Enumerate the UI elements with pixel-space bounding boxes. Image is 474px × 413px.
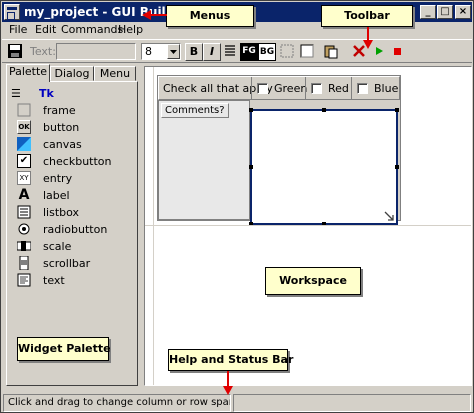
tab-palette[interactable]: Palette xyxy=(6,64,50,82)
bold-button[interactable]: B xyxy=(185,43,203,61)
font-size-select[interactable]: 8 xyxy=(141,43,181,60)
menu-file[interactable]: File xyxy=(9,23,27,36)
resize-handle[interactable] xyxy=(395,165,399,169)
callout-widget-palette: Widget Palette xyxy=(17,337,111,361)
checkbox-icon xyxy=(311,83,322,94)
resize-handle[interactable] xyxy=(249,165,253,169)
checkbox-label: Green xyxy=(274,82,308,95)
checkbox-blue[interactable]: Blue xyxy=(357,82,398,95)
palette-group-label: Tk xyxy=(39,87,54,100)
arrow-status xyxy=(227,371,229,387)
checkbox-green[interactable]: Green xyxy=(257,82,307,95)
background-color-button[interactable]: BG xyxy=(258,43,276,61)
palette-item-label: frame xyxy=(43,104,76,117)
checkbox-label: Blue xyxy=(374,82,399,95)
canvas-icon xyxy=(17,137,31,151)
form-grid[interactable]: Check all that apply Green Red Blue Comm… xyxy=(157,75,401,226)
menu-commands[interactable]: Commands xyxy=(61,23,123,36)
dropdown-arrow-icon[interactable] xyxy=(167,44,180,59)
tab-menu[interactable]: Menu xyxy=(94,66,136,81)
divider xyxy=(251,77,252,99)
text-label: Text: xyxy=(30,45,56,58)
arrow-toolbar xyxy=(367,27,369,41)
justify-icon[interactable] xyxy=(221,43,239,61)
palette-item-label: scale xyxy=(43,240,72,253)
resize-grip-icon[interactable] xyxy=(383,210,395,222)
arrow-toolbar-head xyxy=(363,40,373,49)
frame-icon xyxy=(17,103,31,117)
text-icon xyxy=(17,273,31,287)
resize-handle[interactable] xyxy=(249,108,253,112)
close-button[interactable]: × xyxy=(455,5,471,19)
resize-handle[interactable] xyxy=(322,108,326,112)
workspace-canvas[interactable]: Check all that apply Green Red Blue Comm… xyxy=(144,66,472,386)
collapse-icon[interactable]: ☰ xyxy=(11,87,21,100)
divider xyxy=(351,77,352,99)
arrow-status-head xyxy=(223,386,233,395)
palette-item-label: radiobutton xyxy=(43,223,108,236)
app-icon[interactable] xyxy=(4,4,20,20)
arrow-menus xyxy=(151,14,167,16)
label-icon: A xyxy=(18,187,30,203)
palette-item-label: entry xyxy=(43,172,73,185)
palette-item-label: listbox xyxy=(43,206,80,219)
callout-help-status: Help and Status Bar xyxy=(168,349,293,371)
paste-icon[interactable] xyxy=(322,43,340,61)
text-input[interactable] xyxy=(56,43,136,60)
status-secondary xyxy=(233,394,471,412)
resize-handle[interactable] xyxy=(395,108,399,112)
palette-item-label: canvas xyxy=(43,138,82,151)
save-icon[interactable] xyxy=(6,43,24,61)
callout-toolbar: Toolbar xyxy=(321,5,413,27)
menu-help[interactable]: Help xyxy=(118,23,143,36)
scrollbar-icon xyxy=(17,255,31,271)
app-window: my_project - GUI Builder 2.0 _ □ × File … xyxy=(0,0,474,413)
grid-line xyxy=(153,67,154,385)
menu-edit[interactable]: Edit xyxy=(35,23,56,36)
button-icon: OK xyxy=(17,120,31,134)
radiobutton-icon xyxy=(17,222,31,236)
checkbox-red[interactable]: Red xyxy=(311,82,349,95)
palette-item-label: button xyxy=(43,121,80,134)
checkbutton-icon: ✔ xyxy=(17,154,31,168)
callout-menus: Menus xyxy=(166,5,254,27)
checkbox-icon xyxy=(357,83,368,94)
palette-item-label: checkbutton xyxy=(43,155,112,168)
foreground-color-button[interactable]: FG xyxy=(240,43,258,61)
italic-button[interactable]: I xyxy=(203,43,221,61)
checkbox-icon xyxy=(257,83,268,94)
grid-line xyxy=(145,225,471,226)
frame-icon[interactable] xyxy=(298,43,316,61)
stop-icon[interactable] xyxy=(388,43,406,61)
comments-label: Comments? xyxy=(161,103,229,118)
relief-icon[interactable] xyxy=(278,43,296,61)
callout-workspace: Workspace xyxy=(265,267,361,295)
palette-item-label: text xyxy=(43,274,65,287)
checkbox-label: Red xyxy=(328,82,349,95)
status-bar: Click and drag to change column or row s… xyxy=(3,394,471,412)
entry-icon: XY xyxy=(17,171,31,185)
toolbar: Text: 8 B I FG BG xyxy=(2,39,472,63)
checkbox-row-frame[interactable]: Check all that apply Green Red Blue xyxy=(158,76,400,100)
divider xyxy=(305,77,306,99)
comments-text-widget[interactable] xyxy=(249,108,399,226)
palette-item-label: scrollbar xyxy=(43,257,91,270)
tab-dialog[interactable]: Dialog xyxy=(50,66,94,81)
minimize-button[interactable]: _ xyxy=(420,5,436,19)
comments-cell[interactable]: Comments? xyxy=(158,100,250,220)
status-message: Click and drag to change column or row s… xyxy=(3,394,231,412)
listbox-icon xyxy=(17,205,31,219)
font-size-value: 8 xyxy=(145,45,152,58)
arrow-menus-head xyxy=(142,10,151,20)
maximize-button[interactable]: □ xyxy=(437,5,453,19)
palette-item-label: label xyxy=(43,189,70,202)
scale-icon xyxy=(16,239,32,253)
